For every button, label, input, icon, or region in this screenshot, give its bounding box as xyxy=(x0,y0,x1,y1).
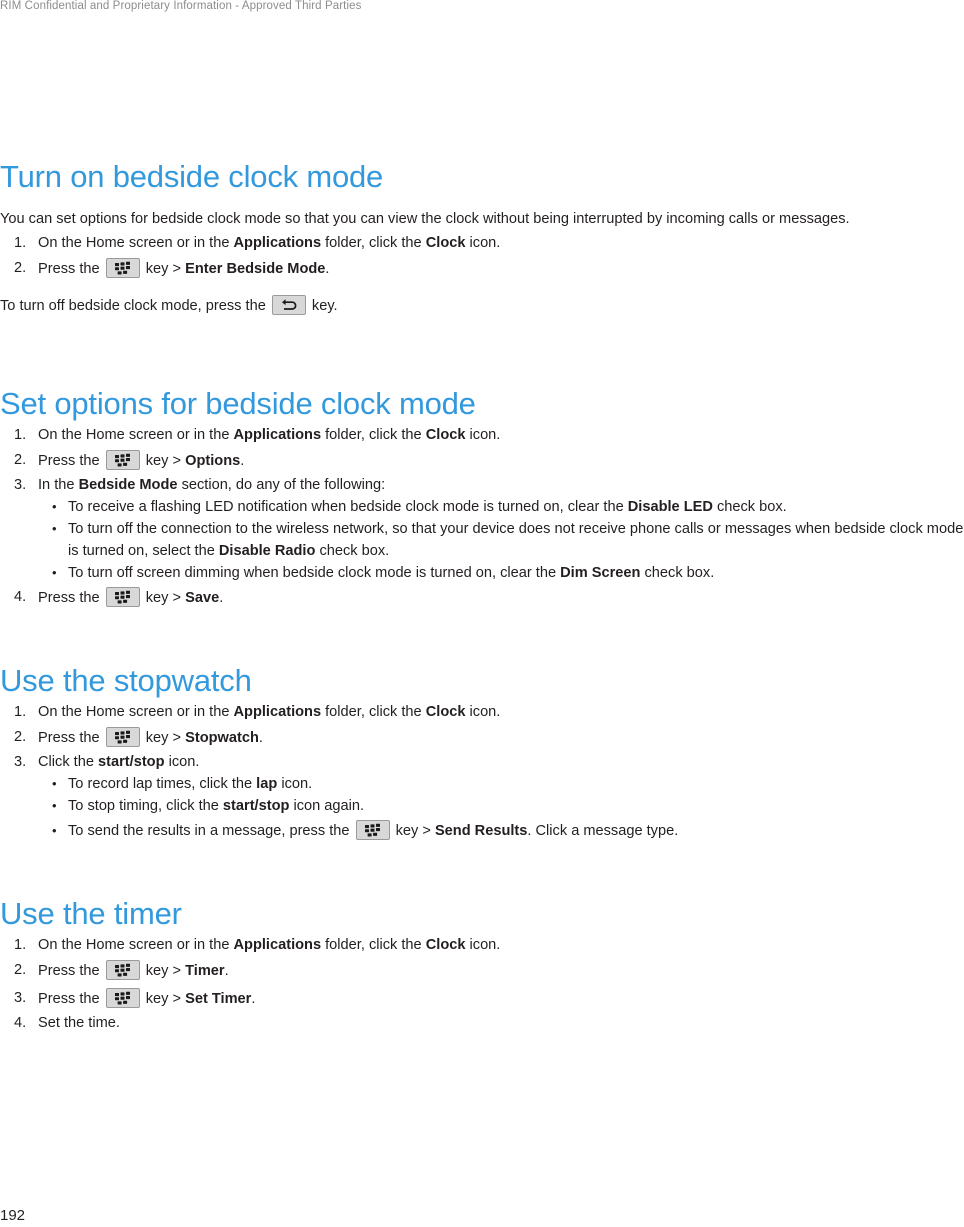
section-heading: Turn on bedside clock mode xyxy=(0,159,384,194)
step-text: On the Home screen or in the Application… xyxy=(38,235,501,252)
step-item: Press the key > Options. xyxy=(0,447,964,475)
step-item: On the Home screen or in the Application… xyxy=(0,233,964,255)
page-content: Turn on bedside clock mode You can set op… xyxy=(0,159,964,1035)
step-item: Click the start/stop icon. To record lap … xyxy=(0,752,964,844)
page-number: 192 xyxy=(0,1207,26,1224)
step-text: Press the key > Options. xyxy=(38,450,244,471)
step-list: On the Home screen or in the Application… xyxy=(0,702,964,844)
emphasis-text: Applications xyxy=(233,704,322,721)
section-use-the-stopwatch: Use the stopwatch On the Home screen or i… xyxy=(0,663,964,844)
emphasis-text: start/stop xyxy=(222,797,290,814)
section-intro-paragraph: You can set options for bedside clock mo… xyxy=(0,210,850,227)
step-text: On the Home screen or in the Application… xyxy=(38,427,501,444)
section-heading: Use the timer xyxy=(0,895,182,931)
emphasis-text: Options xyxy=(185,453,241,470)
section-use-the-timer: Use the timer On the Home screen or in th… xyxy=(0,895,964,1035)
emphasis-text: Stopwatch xyxy=(185,730,259,747)
bullet-item: To turn off screen dimming when bedside … xyxy=(38,563,964,585)
inline-key-icon-wrapper xyxy=(104,258,142,279)
step-text: On the Home screen or in the Application… xyxy=(38,704,501,721)
inline-key-icon-wrapper xyxy=(270,295,308,316)
step-item: Press the key > Save. xyxy=(0,584,964,612)
emphasis-text: Send Results xyxy=(434,822,528,839)
bullet-item: To turn off the connection to the wirele… xyxy=(38,519,964,563)
escape-back-key-icon xyxy=(271,295,306,316)
emphasis-text: Clock xyxy=(425,235,466,252)
blackberry-menu-key-icon xyxy=(105,959,140,980)
page-running-header: RIM Confidential and Proprietary Informa… xyxy=(0,0,362,12)
emphasis-text: lap xyxy=(256,776,278,793)
step-item: Press the key > Set Timer. xyxy=(0,985,964,1013)
step-text: Press the key > Set Timer. xyxy=(38,987,255,1008)
blackberry-menu-key-icon xyxy=(105,727,140,748)
bullet-item: To record lap times, click the lap icon. xyxy=(38,774,964,796)
emphasis-text: Timer xyxy=(185,962,225,979)
step-text: Press the key > Enter Bedside Mode. xyxy=(38,258,329,279)
section-heading: Use the stopwatch xyxy=(0,663,252,699)
inline-key-icon-wrapper xyxy=(104,959,142,980)
bullet-item: To stop timing, click the start/stop ico… xyxy=(38,796,964,818)
step-item: Set the time. xyxy=(0,1013,964,1035)
inline-key-icon-wrapper xyxy=(104,987,142,1008)
document-page: RIM Confidential and Proprietary Informa… xyxy=(0,0,964,1227)
sub-bullet-list: To receive a flashing LED notification w… xyxy=(38,497,964,585)
blackberry-menu-key-icon xyxy=(105,258,140,279)
emphasis-text: Applications xyxy=(233,936,322,953)
blackberry-menu-key-icon xyxy=(105,450,140,471)
step-text: In the Bedside Mode section, do any of t… xyxy=(38,477,386,494)
inline-key-icon-wrapper xyxy=(104,587,142,608)
emphasis-text: Applications xyxy=(233,235,322,252)
step-text: Press the key > Stopwatch. xyxy=(38,727,263,748)
step-list: On the Home screen or in the Application… xyxy=(0,935,964,1035)
section-set-options-for-bedside-clock-mode: Set options for bedside clock mode On the… xyxy=(0,387,964,612)
emphasis-text: Set Timer xyxy=(185,990,252,1007)
inline-key-icon-wrapper xyxy=(104,450,142,471)
emphasis-text: Disable Radio xyxy=(218,542,316,559)
emphasis-text: Bedside Mode xyxy=(78,477,178,494)
step-item: On the Home screen or in the Application… xyxy=(0,935,964,957)
bullet-item: To receive a flashing LED notification w… xyxy=(38,497,964,519)
step-item: Press the key > Timer. xyxy=(0,957,964,985)
bullet-item: To send the results in a message, press … xyxy=(38,818,964,844)
blackberry-menu-key-icon xyxy=(355,819,390,840)
step-item: On the Home screen or in the Application… xyxy=(0,425,964,447)
emphasis-text: Applications xyxy=(233,427,322,444)
emphasis-text: Dim Screen xyxy=(560,564,641,581)
step-text: Press the key > Timer. xyxy=(38,959,229,980)
section-turn-on-bedside-clock-mode: Turn on bedside clock mode You can set op… xyxy=(0,159,964,317)
step-item: Press the key > Stopwatch. xyxy=(0,724,964,752)
step-text: Click the start/stop icon. xyxy=(38,754,200,771)
emphasis-text: Clock xyxy=(425,704,466,721)
step-text: Set the time. xyxy=(38,1014,120,1031)
emphasis-text: start/stop xyxy=(98,754,165,771)
emphasis-text: Clock xyxy=(425,427,466,444)
sub-bullet-list: To record lap times, click the lap icon.… xyxy=(38,774,964,844)
inline-key-icon-wrapper xyxy=(354,819,392,840)
step-item: Press the key > Enter Bedside Mode. xyxy=(0,255,964,283)
blackberry-menu-key-icon xyxy=(105,987,140,1008)
step-item: On the Home screen or in the Application… xyxy=(0,702,964,724)
step-list: On the Home screen or in the Application… xyxy=(0,233,964,283)
inline-key-icon-wrapper xyxy=(104,727,142,748)
emphasis-text: Save xyxy=(185,590,220,607)
emphasis-text: Enter Bedside Mode xyxy=(185,261,326,278)
step-text: Press the key > Save. xyxy=(38,587,223,608)
section-outro-paragraph: To turn off bedside clock mode, press th… xyxy=(0,295,952,317)
blackberry-menu-key-icon xyxy=(105,587,140,608)
emphasis-text: Disable LED xyxy=(627,498,713,515)
step-list: On the Home screen or in the Application… xyxy=(0,425,964,612)
section-heading: Set options for bedside clock mode xyxy=(0,386,476,422)
step-text: On the Home screen or in the Application… xyxy=(38,936,501,953)
step-item: In the Bedside Mode section, do any of t… xyxy=(0,475,964,584)
emphasis-text: Clock xyxy=(425,936,466,953)
